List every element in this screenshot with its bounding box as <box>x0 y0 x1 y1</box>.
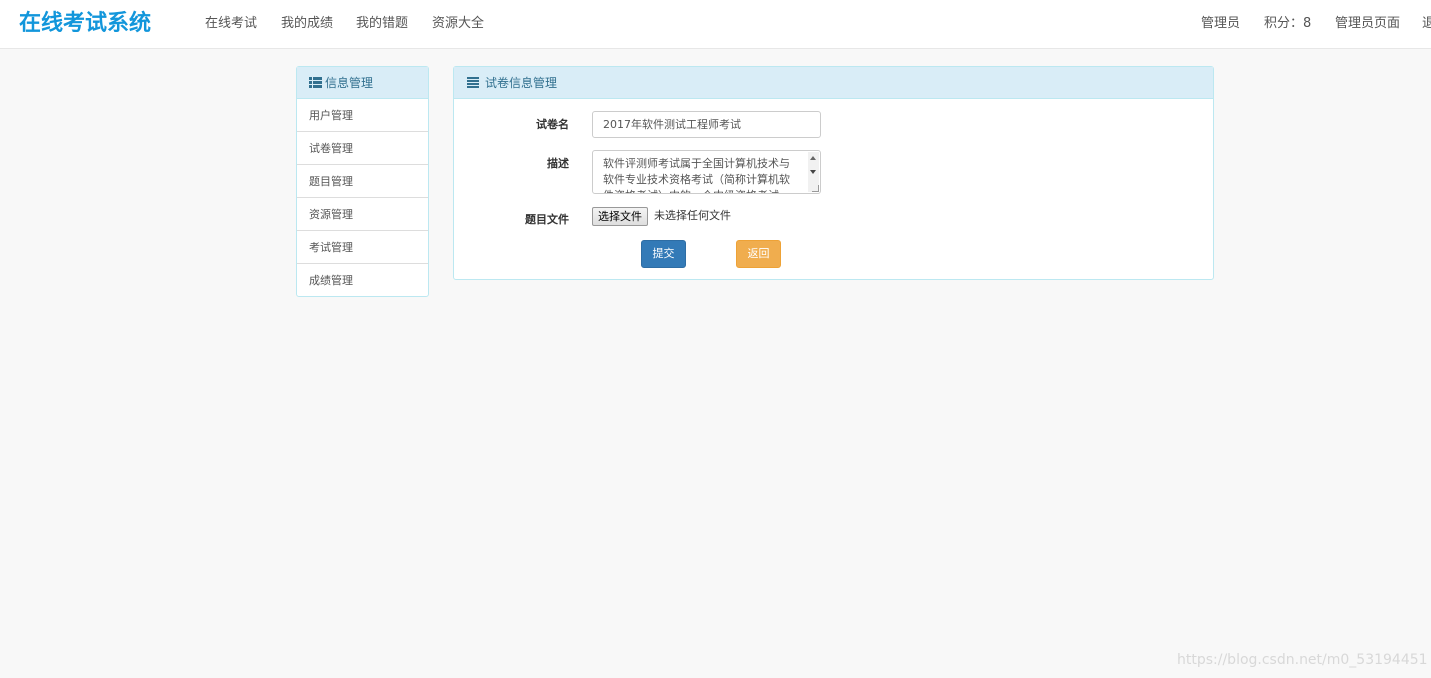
description-textarea[interactable]: 软件评测师考试属于全国计算机技术与软件专业技术资格考试（简称计算机软件资格考试）… <box>592 150 821 194</box>
file-status-text: 未选择任何文件 <box>654 209 731 222</box>
panel-header: 试卷信息管理 <box>454 67 1213 99</box>
scroll-up-arrow-icon[interactable] <box>810 156 816 160</box>
back-button[interactable]: 返回 <box>736 240 781 268</box>
choose-file-button[interactable]: 选择文件 <box>592 207 648 226</box>
align-justify-icon <box>467 77 479 88</box>
sidebar-item-exams[interactable]: 考试管理 <box>297 231 428 264</box>
panel-title: 试卷信息管理 <box>485 76 558 90</box>
sidebar-item-papers[interactable]: 试卷管理 <box>297 132 428 165</box>
sidebar-item-scores[interactable]: 成绩管理 <box>297 264 428 297</box>
description-label: 描述 <box>547 157 569 170</box>
nav-logout[interactable]: 退 <box>1422 15 1431 33</box>
nav-username[interactable]: 管理员 <box>1201 15 1240 33</box>
watermark-text: https://blog.csdn.net/m0_53194451 <box>1177 652 1428 668</box>
sidebar-header: 信息管理 <box>297 67 428 99</box>
list-icon <box>309 77 322 88</box>
paper-name-label: 试卷名 <box>536 118 569 131</box>
sidebar-item-questions[interactable]: 题目管理 <box>297 165 428 198</box>
sidebar-item-resources[interactable]: 资源管理 <box>297 198 428 231</box>
submit-button[interactable]: 提交 <box>641 240 686 268</box>
sidebar-item-users[interactable]: 用户管理 <box>297 99 428 132</box>
sidebar-title: 信息管理 <box>325 76 374 90</box>
question-file-label: 题目文件 <box>525 213 569 226</box>
nav-admin-page[interactable]: 管理员页面 <box>1335 15 1400 33</box>
nav-user-area: 管理员 积分：8 管理员页面 退 <box>0 0 1431 49</box>
nav-points: 积分：8 <box>1264 16 1312 31</box>
top-navbar: 在线考试系统 在线考试 我的成绩 我的错题 资源大全 管理员 积分：8 管理员页… <box>0 0 1431 49</box>
paper-name-input[interactable]: 2017年软件测试工程师考试 <box>592 111 821 138</box>
description-text: 软件评测师考试属于全国计算机技术与软件专业技术资格考试（简称计算机软件资格考试）… <box>603 157 790 193</box>
paper-info-panel: 试卷信息管理 试卷名 2017年软件测试工程师考试 描述 软件评测师考试属于全国… <box>453 66 1214 280</box>
scroll-down-arrow-icon[interactable] <box>810 170 816 174</box>
sidebar-panel: 信息管理 用户管理 试卷管理 题目管理 资源管理 考试管理 成绩管理 <box>296 66 429 297</box>
resize-grip-icon[interactable] <box>812 185 819 192</box>
